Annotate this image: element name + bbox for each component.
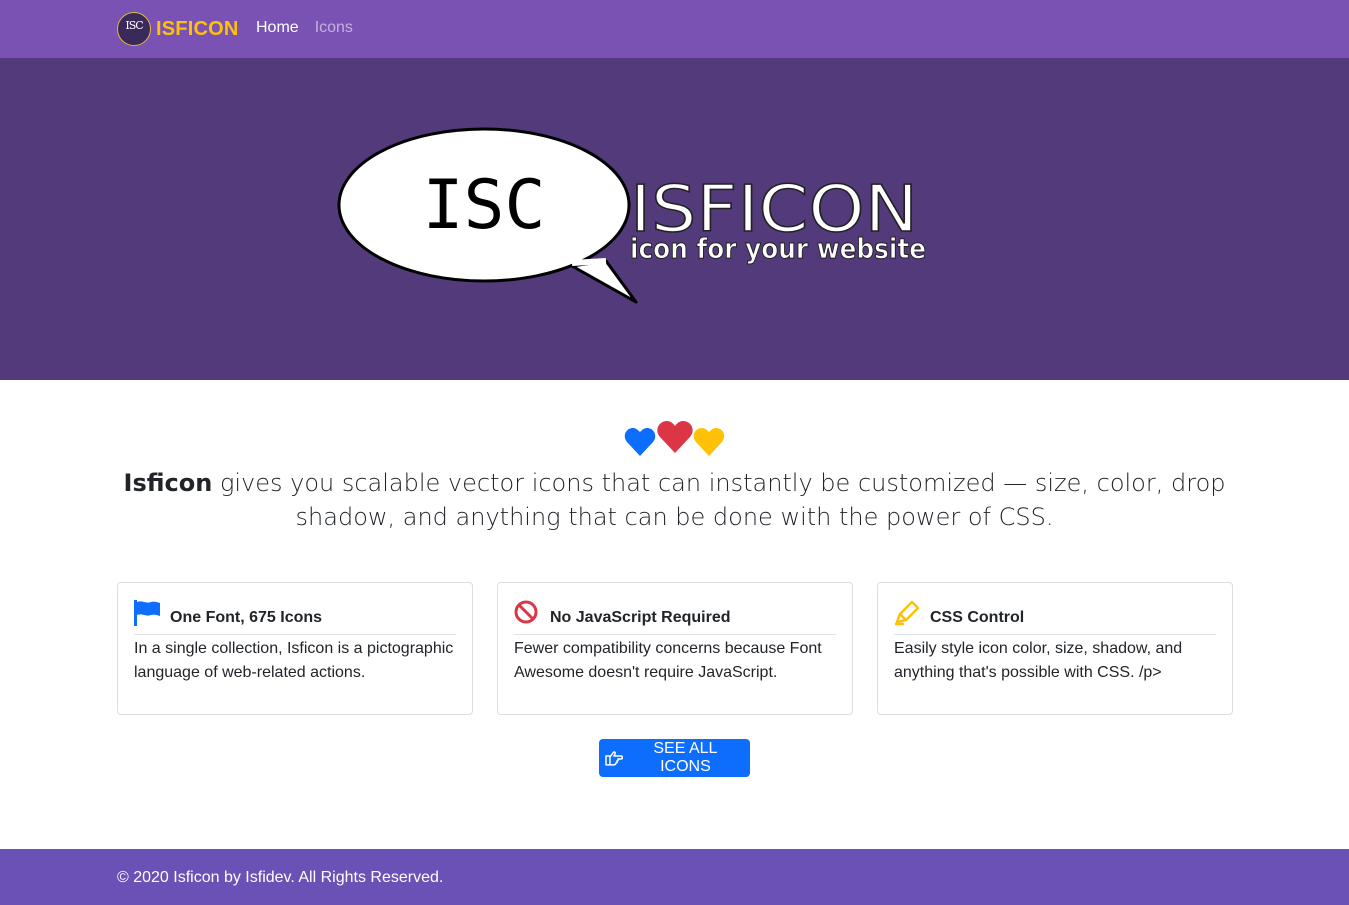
top-navbar: ISC ISFICON Home Icons [0, 0, 1349, 58]
hearts-group [624, 421, 725, 456]
hero-tagline: icon for your website [630, 232, 926, 265]
card-text: Easily style icon color, size, shadow, a… [894, 640, 1183, 681]
hero-logo: ISC ISFICON icon for your website [337, 127, 927, 304]
feature-card: One Font, 675 Icons In a single collecti… [117, 582, 473, 715]
card-title: One Font, 675 Icons [170, 609, 323, 626]
brand-link[interactable]: ISC ISFICON [117, 12, 239, 46]
heart-icon-red [657, 421, 693, 453]
heart-icon-yellow [693, 428, 725, 456]
hero-banner: ISC ISFICON icon for your website [0, 58, 1349, 380]
intro-description: gives you scalable vector icons that can… [212, 469, 1226, 531]
see-all-icons-button[interactable]: SEE ALL ICONS [599, 739, 750, 777]
intro-brand: Isficon [123, 469, 213, 497]
brand-logo-icon: ISC [117, 12, 151, 46]
pencil-icon [895, 600, 920, 626]
card-title: CSS Control [930, 609, 1025, 626]
nav-links: Home Icons [256, 19, 369, 37]
card-header: One Font, 675 Icons [134, 600, 456, 635]
card-text: Fewer compatibility concerns because Fon… [514, 640, 822, 681]
footer: © 2020 Isficon by Isfidev. All Rights Re… [0, 849, 1349, 905]
intro-text: Isficon gives you scalable vector icons … [117, 466, 1232, 534]
feature-card: CSS Control Easily style icon color, siz… [877, 582, 1233, 715]
see-all-icons-label: SEE ALL ICONS [653, 740, 718, 775]
hearts-row [623, 420, 727, 460]
card-text: In a single collection, Isficon is a pic… [134, 640, 454, 681]
ban-icon [514, 600, 538, 624]
heart-icon-blue [624, 428, 656, 456]
brand-logo-text: ISC [125, 19, 143, 32]
flag-icon [134, 600, 160, 626]
footer-copyright: © 2020 Isficon by Isfidev. All Rights Re… [117, 869, 444, 886]
feature-card: No JavaScript Required Fewer compatibili… [497, 582, 853, 715]
speech-bubble-tail-icon [570, 259, 638, 304]
card-title: No JavaScript Required [550, 609, 731, 626]
brand-name: ISFICON [156, 17, 239, 40]
nav-link-icons[interactable]: Icons [315, 19, 353, 37]
feature-cards: One Font, 675 Icons In a single collecti… [117, 582, 1233, 715]
card-header: No JavaScript Required [514, 600, 836, 635]
hero-bubble-text: ISC [423, 166, 546, 245]
nav-link-home[interactable]: Home [256, 19, 299, 37]
hand-pointing-right-icon [605, 751, 623, 766]
card-header: CSS Control [894, 600, 1216, 635]
